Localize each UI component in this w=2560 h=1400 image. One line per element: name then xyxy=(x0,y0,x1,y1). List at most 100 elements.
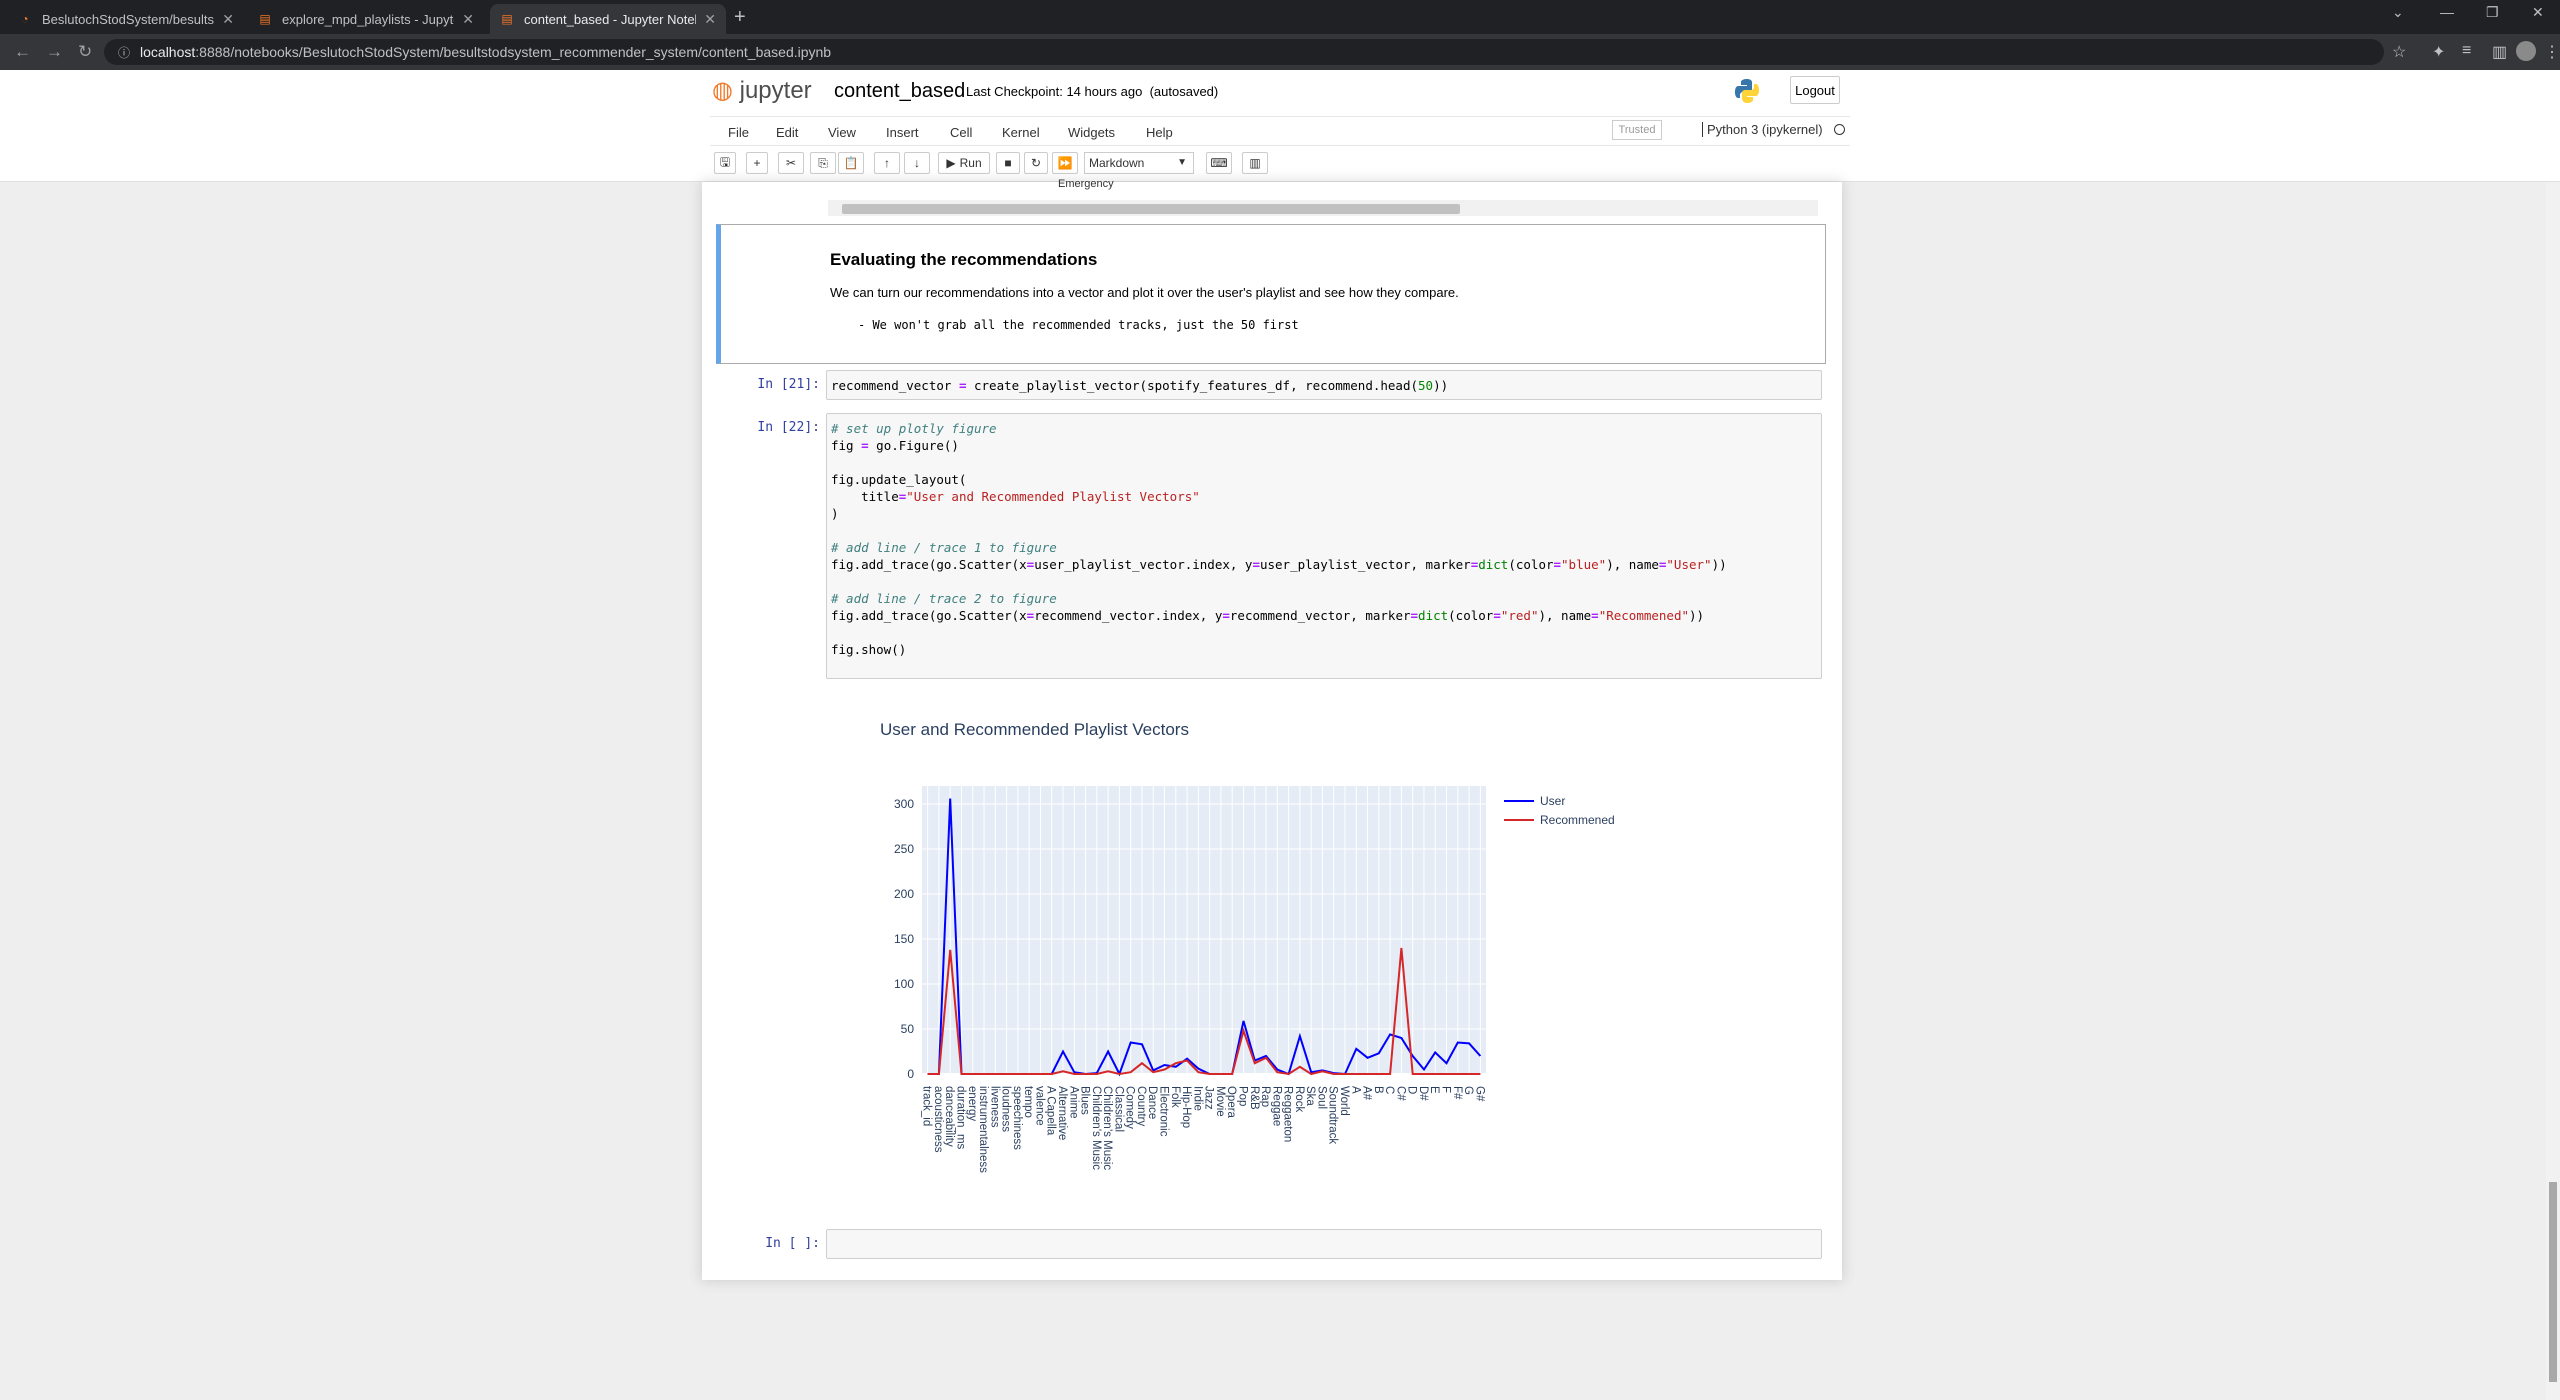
cell-type-select[interactable]: Markdown ▼ xyxy=(1084,152,1194,174)
back-icon[interactable]: ← xyxy=(14,42,31,62)
menu-widgets[interactable]: Widgets xyxy=(1068,125,1115,140)
cut-icon[interactable]: ✂ xyxy=(778,152,804,174)
browser-tab[interactable]: ▤ explore_mpd_playlists - Jupyter N ✕ xyxy=(248,4,484,34)
browser-tab-active[interactable]: ▤ content_based - Jupyter Notebo ✕ xyxy=(490,4,726,34)
menu-help[interactable]: Help xyxy=(1146,125,1173,140)
x-tick-label: C xyxy=(1383,1086,1395,1094)
jupyter-logo[interactable]: ◍ jupyter xyxy=(712,76,812,105)
empty-code-cell[interactable] xyxy=(826,1229,1822,1259)
x-tick-label: duration_ms xyxy=(954,1086,966,1150)
checkpoint-status: Last Checkpoint: 14 hours ago (autosaved… xyxy=(966,84,1218,99)
save-icon[interactable]: 🖫 xyxy=(714,152,736,174)
x-tick-label: Alternative xyxy=(1056,1086,1068,1140)
new-tab-icon[interactable]: + xyxy=(734,6,746,29)
x-tick-label: E xyxy=(1428,1086,1440,1094)
reading-list-icon[interactable]: ≡ xyxy=(2462,42,2471,60)
bookmark-star-icon[interactable]: ☆ xyxy=(2392,42,2406,62)
close-icon[interactable]: ✕ xyxy=(222,11,234,28)
x-tick-label: energy xyxy=(966,1086,978,1121)
x-tick-label: Classical xyxy=(1112,1086,1124,1132)
jupyter-icon: ▤ xyxy=(501,12,513,26)
url-field[interactable]: ⓘ localhost:8888/notebooks/BeslutochStod… xyxy=(104,39,2384,65)
x-tick-label: liveness xyxy=(988,1086,1000,1128)
run-label: Run xyxy=(959,156,982,170)
menu-insert[interactable]: Insert xyxy=(886,125,919,140)
browser-tab[interactable]: ◔ BeslutochStodSystem/besultstod ✕ xyxy=(8,4,244,34)
x-tick-label: Anime xyxy=(1067,1086,1079,1119)
x-tick-label: R&B xyxy=(1248,1086,1260,1110)
extensions-icon[interactable]: ✦ xyxy=(2432,42,2445,62)
move-up-icon[interactable]: ↑ xyxy=(874,152,900,174)
tab-search-icon[interactable]: ⌄ xyxy=(2392,4,2404,21)
interrupt-icon[interactable]: ■ xyxy=(996,152,1020,174)
paste-icon[interactable]: 📋 xyxy=(838,152,864,174)
x-tick-label: Hip-Hop xyxy=(1180,1086,1192,1128)
cell-prompt: In [ ]: xyxy=(765,1236,820,1251)
output-tail-text: Emergency xyxy=(1058,178,1114,190)
x-tick-label: Soundtrack xyxy=(1327,1086,1339,1144)
notebook-name[interactable]: content_based xyxy=(834,80,965,103)
run-button[interactable]: ▶ Run xyxy=(938,152,990,174)
x-tick-label: Jazz xyxy=(1203,1086,1215,1110)
menu-file[interactable]: File xyxy=(728,125,749,140)
autosave-text: (autosaved) xyxy=(1149,84,1219,99)
x-tick-label: A xyxy=(1349,1086,1361,1094)
x-tick-label: track_id xyxy=(921,1086,933,1126)
x-tick-label: Reggae xyxy=(1270,1086,1282,1126)
restore-icon[interactable]: ❐ xyxy=(2486,4,2499,21)
x-tick-label: valence xyxy=(1033,1086,1045,1126)
x-tick-label: danceability xyxy=(943,1086,955,1147)
legend-label: User xyxy=(1540,794,1565,808)
x-tick-label: Indie xyxy=(1191,1086,1203,1111)
chart-icon[interactable]: ▥ xyxy=(1242,152,1268,174)
close-icon[interactable]: ✕ xyxy=(704,11,716,28)
code-cell-21[interactable]: recommend_vector = create_playlist_vecto… xyxy=(826,370,1822,400)
vertical-scrollbar-thumb[interactable] xyxy=(2549,1182,2557,1382)
keyboard-icon[interactable]: ⌨ xyxy=(1206,152,1232,174)
reload-icon[interactable]: ↻ xyxy=(78,42,92,62)
insert-cell-icon[interactable]: + xyxy=(746,152,768,174)
kernel-name[interactable]: Python 3 (ipykernel) xyxy=(1702,122,1823,137)
y-tick-label: 200 xyxy=(894,887,914,901)
x-tick-label: Children's Music xyxy=(1090,1086,1102,1170)
menu-bar: File Edit View Insert Cell Kernel Widget… xyxy=(710,116,1850,146)
x-tick-label: Soul xyxy=(1315,1086,1327,1109)
trusted-badge[interactable]: Trusted xyxy=(1612,120,1662,140)
scrollbar-thumb[interactable] xyxy=(842,204,1460,214)
forward-icon[interactable]: → xyxy=(46,42,63,62)
markdown-heading: Evaluating the recommendations xyxy=(830,250,1098,269)
x-tick-label: F xyxy=(1440,1086,1452,1093)
code-cell-22[interactable]: # set up plotly figure fig = go.Figure()… xyxy=(826,413,1822,679)
minimize-icon[interactable]: — xyxy=(2440,4,2454,20)
close-window-icon[interactable]: ✕ xyxy=(2532,4,2544,21)
restart-icon[interactable]: ↻ xyxy=(1024,152,1048,174)
x-tick-label: Ska xyxy=(1304,1086,1316,1106)
sidebar-icon[interactable]: ▥ xyxy=(2492,42,2507,62)
x-tick-label: Rap xyxy=(1259,1086,1271,1107)
restart-run-all-icon[interactable]: ⏩ xyxy=(1052,152,1078,174)
menu-kernel[interactable]: Kernel xyxy=(1002,125,1040,140)
close-icon[interactable]: ✕ xyxy=(462,11,474,28)
x-tick-label: tempo xyxy=(1022,1086,1034,1118)
x-tick-label: G xyxy=(1462,1086,1474,1095)
profile-avatar[interactable] xyxy=(2516,41,2536,61)
x-tick-label: Children’s Music xyxy=(1101,1086,1113,1170)
info-icon: ⓘ xyxy=(118,45,131,60)
y-tick-label: 300 xyxy=(894,797,914,811)
x-tick-label: B xyxy=(1372,1086,1384,1094)
plotly-chart[interactable]: User and Recommended Playlist Vectors 0 50… xyxy=(826,700,1826,1220)
menu-view[interactable]: View xyxy=(828,125,856,140)
copy-icon[interactable]: ⎘ xyxy=(810,152,836,174)
tab-title: explore_mpd_playlists - Jupyter N xyxy=(282,11,454,27)
x-tick-label: F# xyxy=(1451,1086,1463,1100)
kernel-idle-icon xyxy=(1834,124,1845,135)
more-menu-icon[interactable]: ⋮ xyxy=(2544,42,2560,62)
logout-button[interactable]: Logout xyxy=(1790,76,1840,104)
x-tick-label: Movie xyxy=(1214,1086,1226,1117)
menu-cell[interactable]: Cell xyxy=(950,125,972,140)
x-tick-label: loudness xyxy=(1000,1086,1012,1132)
menu-edit[interactable]: Edit xyxy=(776,125,798,140)
move-down-icon[interactable]: ↓ xyxy=(904,152,930,174)
jupyter-logo-icon: ◍ xyxy=(712,77,733,104)
logo-text: jupyter xyxy=(739,77,812,104)
